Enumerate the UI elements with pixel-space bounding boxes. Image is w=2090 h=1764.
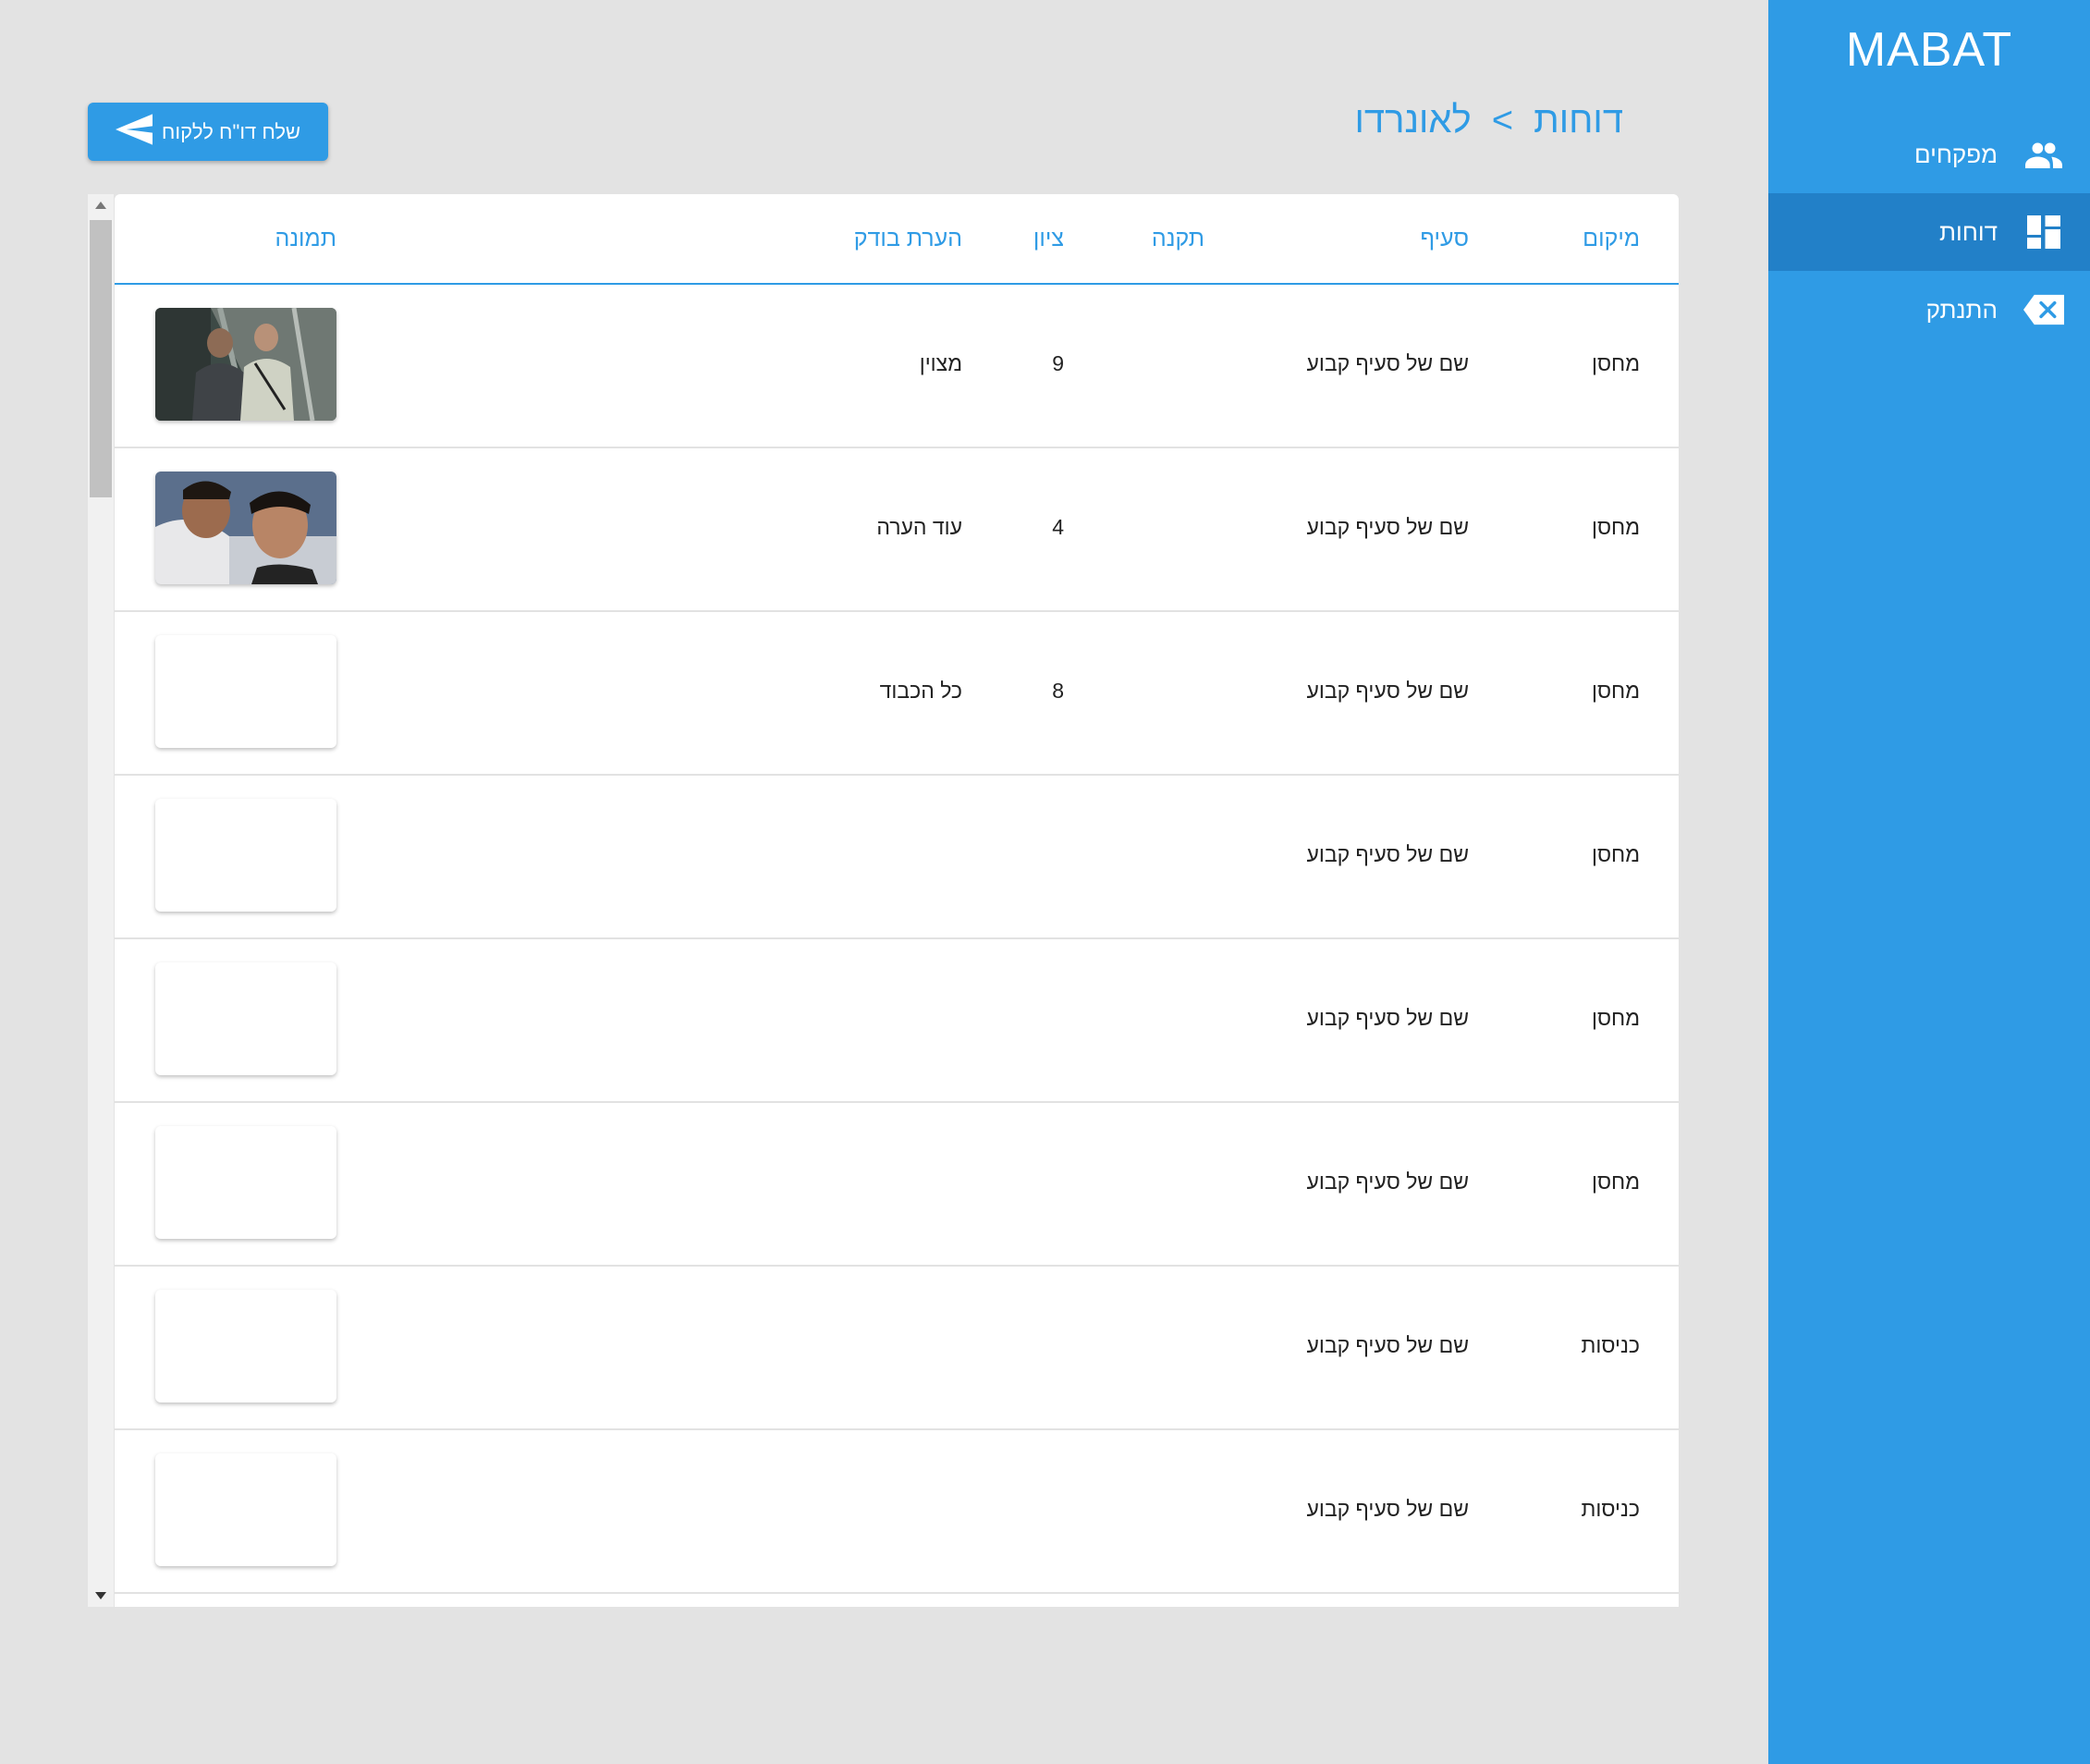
table-row[interactable]: כניסות שם של סעיף קבוע (115, 1430, 1679, 1594)
scroll-up-arrow-icon[interactable] (88, 196, 114, 214)
table-row[interactable]: כניסות שם של סעיף קבוע (115, 1267, 1679, 1430)
breadcrumb: דוחות > לאונרדו (1355, 100, 1623, 141)
column-header-inspector-note[interactable]: הערת בודק (854, 226, 962, 252)
table-scrollbar[interactable] (88, 194, 114, 1607)
cell-score: 9 (1052, 351, 1064, 375)
table-row[interactable]: מחסן שם של סעיף קבוע (115, 776, 1679, 939)
sidebar-item-reports[interactable]: דוחות (1768, 193, 2090, 271)
reports-table: מיקום סעיף תקנה ציון הערת בודק תמונה מחס… (115, 194, 1679, 1607)
cell-location: מחסן (1592, 679, 1640, 703)
cell-location: מחסן (1592, 1170, 1640, 1194)
photo-placeholder[interactable] (155, 1453, 336, 1566)
column-header-image[interactable]: תמונה (275, 226, 336, 252)
sidebar-item-label: מפקחים (1913, 140, 1998, 168)
cell-section: שם של סעיף קבוע (1306, 1170, 1469, 1194)
cell-location: מחסן (1592, 351, 1640, 375)
photo-placeholder[interactable] (155, 1290, 336, 1403)
photo-thumbnail[interactable] (155, 308, 336, 421)
send-button-label: שלח דו"ח ללקוח (161, 119, 301, 143)
cell-inspector-note: עוד הערה (876, 515, 962, 539)
brand-logo: MABAT (1845, 23, 2013, 77)
table-row[interactable]: מחסן שם של סעיף קבוע (115, 1103, 1679, 1267)
cell-section: שם של סעיף קבוע (1306, 842, 1469, 866)
column-header-score[interactable]: ציון (1033, 226, 1064, 252)
column-header-section[interactable]: סעיף (1420, 226, 1469, 252)
sidebar-item-label: דוחות (1939, 217, 1998, 246)
table-header: מיקום סעיף תקנה ציון הערת בודק תמונה (115, 194, 1679, 285)
cell-score: 8 (1052, 679, 1064, 703)
backspace-icon (2023, 289, 2064, 330)
cell-section: שם של סעיף קבוע (1306, 351, 1469, 375)
sidebar-item-inspectors[interactable]: מפקחים (1768, 116, 2090, 193)
cell-location: כניסות (1581, 1333, 1641, 1357)
column-header-regulation[interactable]: תקנה (1152, 226, 1204, 252)
photo-placeholder[interactable] (155, 1126, 336, 1239)
breadcrumb-current: לאונרדו (1354, 100, 1472, 141)
cell-inspector-note: כל הכבוד (879, 679, 962, 703)
photo-thumbnail[interactable] (155, 472, 336, 584)
people-icon (2023, 134, 2064, 175)
breadcrumb-reports-link[interactable]: דוחות (1534, 100, 1623, 141)
scroll-thumb[interactable] (90, 220, 112, 497)
sidebar-item-label: התנתק (1925, 295, 1998, 324)
cell-section: שם של סעיף קבוע (1306, 679, 1469, 703)
send-icon (115, 113, 153, 151)
cell-section: שם של סעיף קבוע (1306, 515, 1469, 539)
table-row[interactable]: מחסן שם של סעיף קבוע (115, 939, 1679, 1103)
cell-location: מחסן (1592, 515, 1640, 539)
photo-placeholder[interactable] (155, 962, 336, 1075)
photo-placeholder[interactable] (155, 799, 336, 912)
breadcrumb-separator: > (1491, 100, 1514, 141)
scroll-down-arrow-icon[interactable] (88, 1586, 114, 1605)
table-row[interactable]: מחסן שם של סעיף קבוע 8 כל הכבוד (115, 612, 1679, 776)
send-report-button[interactable]: שלח דו"ח ללקוח (88, 103, 328, 161)
table-row[interactable]: מחסן שם של סעיף קבוע 4 עוד הערה (115, 448, 1679, 612)
cell-location: מחסן (1592, 1006, 1640, 1030)
sidebar: MABAT מפקחים דוחות התנתק (1768, 0, 2090, 1764)
table-row[interactable]: מחסן שם של סעיף קבוע 9 מצוין (115, 285, 1679, 448)
cell-section: שם של סעיף קבוע (1306, 1006, 1469, 1030)
cell-score: 4 (1052, 515, 1064, 539)
photo-placeholder[interactable] (155, 635, 336, 748)
column-header-location[interactable]: מיקום (1583, 226, 1640, 252)
cell-location: מחסן (1592, 842, 1640, 866)
cell-location: כניסות (1581, 1497, 1641, 1521)
cell-section: שם של סעיף קבוע (1306, 1333, 1469, 1357)
cell-inspector-note: מצוין (919, 351, 962, 375)
sidebar-item-logout[interactable]: התנתק (1768, 271, 2090, 349)
dashboard-icon (2023, 212, 2064, 252)
cell-section: שם של סעיף קבוע (1306, 1497, 1469, 1521)
